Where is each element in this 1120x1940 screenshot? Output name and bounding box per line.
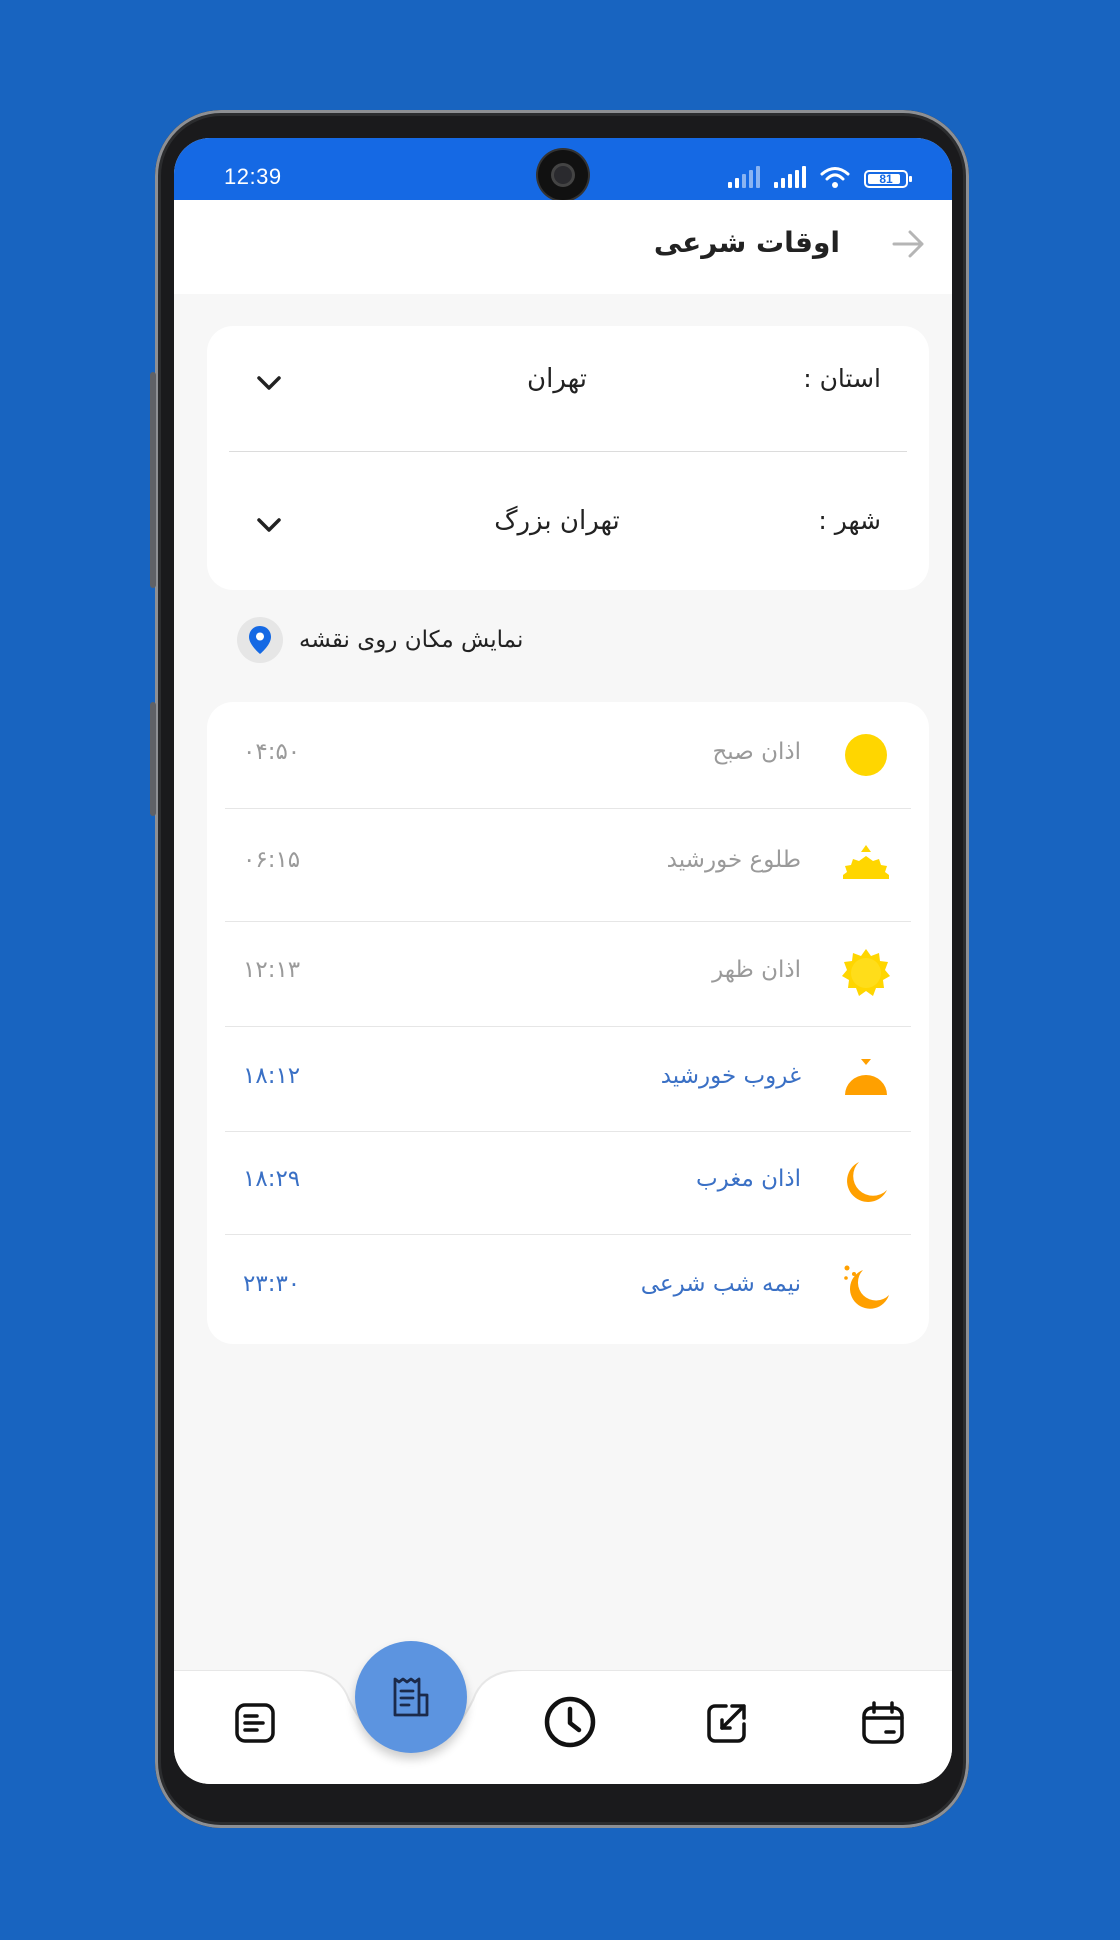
sunset-icon — [845, 1059, 887, 1095]
prayer-name: اذان ظهر — [712, 957, 801, 983]
province-value: تهران — [527, 364, 587, 394]
province-select[interactable]: استان : تهران — [207, 328, 929, 438]
dawn-sun-icon — [845, 734, 887, 776]
chevron-down-icon[interactable] — [255, 514, 283, 536]
battery-level: 81 — [879, 172, 893, 186]
back-arrow-icon[interactable] — [888, 224, 928, 264]
wifi-icon — [820, 167, 850, 188]
prayer-row: طلوع خورشید ۰۶:۱۵ — [207, 809, 929, 920]
divider — [229, 451, 907, 452]
prayer-time: ۰۶:۱۵ — [243, 847, 301, 873]
front-camera — [538, 150, 588, 200]
prayer-time: ۲۳:۳۰ — [243, 1271, 301, 1297]
prayer-time: ۱۸:۲۹ — [243, 1166, 301, 1192]
clock-icon[interactable] — [542, 1694, 598, 1750]
location-pin-icon — [237, 617, 283, 663]
power-button — [150, 702, 156, 816]
prayer-name: اذان مغرب — [696, 1166, 801, 1192]
status-bar: 12:39 81 — [174, 138, 952, 200]
signal-2-icon — [774, 166, 806, 188]
status-icons: 81 — [728, 166, 912, 188]
province-label: استان : — [803, 364, 881, 393]
show-on-map-label: نمایش مکان روی نقشه — [299, 627, 524, 653]
prayer-row: اذان ظهر ۱۲:۱۳ — [207, 922, 929, 1025]
moon-stars-icon — [844, 1265, 889, 1309]
prayer-name: طلوع خورشید — [666, 847, 801, 873]
receipt-icon — [393, 1677, 429, 1717]
location-card: استان : تهران شهر : تهران بزرگ — [207, 326, 929, 590]
city-value: تهران بزرگ — [494, 506, 620, 536]
prayer-name: نیمه شب شرعی — [640, 1271, 801, 1297]
chevron-down-icon[interactable] — [255, 372, 283, 394]
prayer-row: غروب خورشید ۱۸:۱۲ — [207, 1027, 929, 1130]
calendar-icon[interactable] — [858, 1698, 908, 1748]
noon-sun-icon — [842, 949, 890, 996]
moon-icon — [847, 1162, 887, 1202]
show-on-map-link[interactable]: نمایش مکان روی نقشه — [237, 616, 523, 664]
city-label: شهر : — [818, 506, 881, 535]
status-time: 12:39 — [224, 164, 282, 189]
volume-button — [150, 372, 156, 588]
page-title: اوقات شرعی — [653, 226, 840, 259]
prayer-row: نیمه شب شرعی ۲۳:۳۰ — [207, 1235, 929, 1340]
screen: 12:39 81 اوقات شرعی استان: تهران شهر: … — [174, 138, 952, 1784]
prayer-name: غروب خورشید — [660, 1063, 801, 1089]
prayer-row: اذان صبح ۰۴:۵۰ — [207, 702, 929, 807]
signal-1-icon — [728, 166, 760, 188]
city-select[interactable]: شهر : تهران بزرگ — [207, 470, 929, 580]
prayer-row: اذان مغرب ۱۸:۲۹ — [207, 1132, 929, 1233]
notes-icon[interactable] — [230, 1698, 280, 1748]
receipt-nav-button[interactable] — [355, 1641, 467, 1753]
share-icon[interactable] — [702, 1698, 752, 1748]
prayer-time: ۱۲:۱۳ — [243, 957, 301, 983]
prayer-name: اذان صبح — [712, 739, 801, 765]
prayer-times-card: اذان صبح ۰۴:۵۰ طلوع خورشید ۰۶:۱۵ اذان ظه… — [207, 702, 929, 1344]
app-bar: اوقات شرعی — [174, 200, 952, 294]
prayer-time: ۰۴:۵۰ — [243, 739, 301, 765]
battery-icon: 81 — [864, 170, 912, 188]
phone-bottom-bezel — [174, 1784, 952, 1810]
sunrise-icon — [843, 845, 889, 879]
prayer-time: ۱۸:۱۲ — [243, 1063, 301, 1089]
